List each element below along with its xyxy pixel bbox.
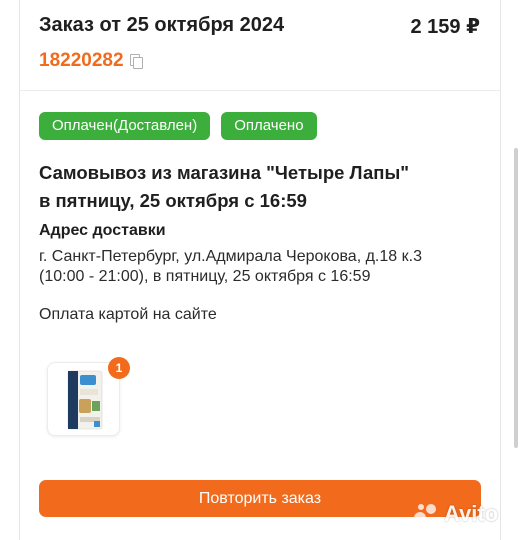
delivery-title-line1: Самовывоз из магазина "Четыре Лапы": [39, 162, 410, 183]
delivery-title: Самовывоз из магазина "Четыре Лапы" в пя…: [39, 159, 479, 215]
payment-method: Оплата картой на сайте: [39, 306, 217, 323]
quantity-badge: 1: [108, 357, 130, 379]
address-line2: (10:00 - 21:00), в пятницу, 25 октября с…: [39, 268, 371, 285]
status-badge-paid: Оплачено: [221, 112, 317, 140]
order-title: Заказ от 25 октября 2024: [39, 14, 285, 36]
order-number: 18220282: [39, 50, 124, 71]
watermark-text: Avito: [444, 501, 499, 526]
address-label: Адрес доставки: [39, 222, 166, 239]
scrollbar[interactable]: [514, 148, 518, 448]
order-number-row: 18220282: [39, 50, 143, 72]
product-image: [67, 370, 103, 430]
status-badges: Оплачен(Доставлен) Оплачено: [39, 112, 317, 140]
status-badge-delivered: Оплачен(Доставлен): [39, 112, 211, 140]
divider: [19, 90, 501, 91]
avito-logo-icon: [414, 504, 436, 525]
order-price: 2 159 ₽: [410, 16, 480, 38]
watermark: Avito: [412, 500, 498, 528]
delivery-title-line2: в пятницу, 25 октября с 16:59: [39, 190, 307, 211]
address-text: г. Санкт-Петербург, ул.Адмирала Черокова…: [39, 247, 479, 287]
copy-icon[interactable]: [129, 54, 143, 69]
address-line1: г. Санкт-Петербург, ул.Адмирала Черокова…: [39, 248, 422, 265]
